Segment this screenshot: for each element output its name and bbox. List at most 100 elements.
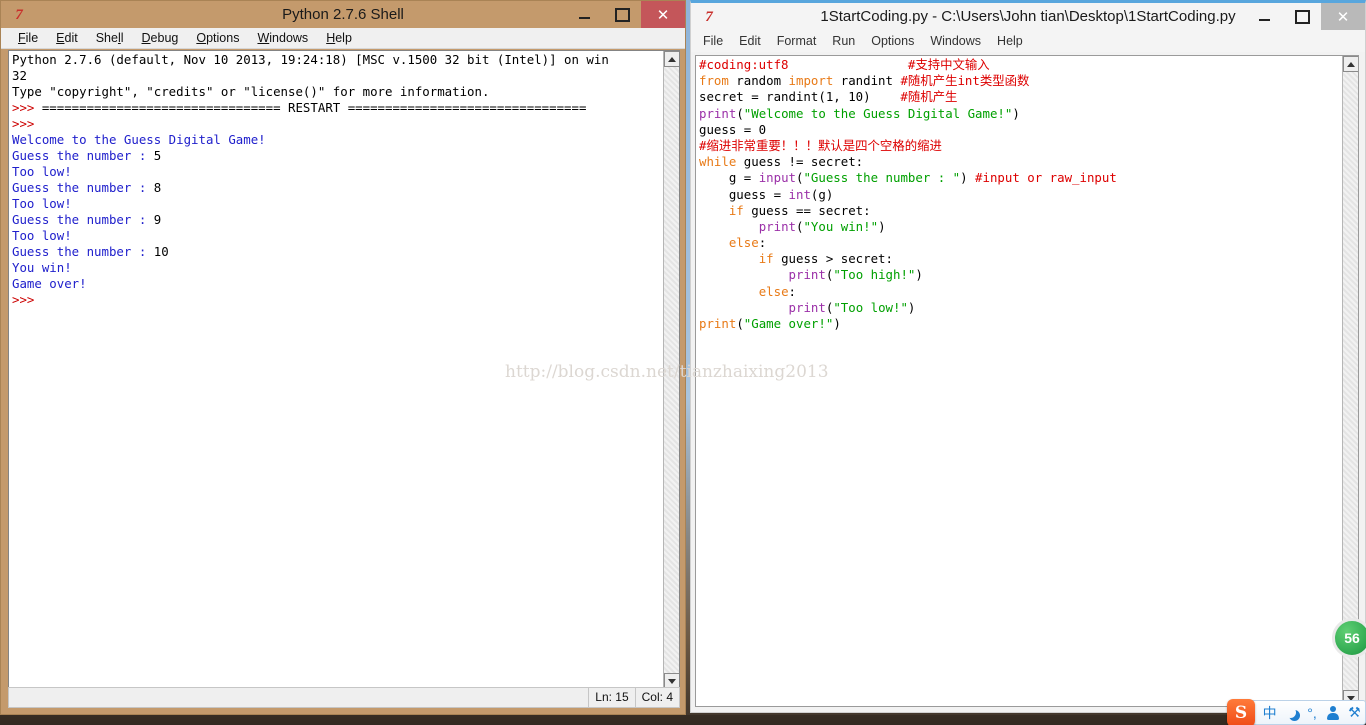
editor-code-token: print bbox=[699, 316, 736, 331]
python-editor-window[interactable]: 7᝽ 1StartCoding.py - C:\Users\John tian\… bbox=[690, 0, 1366, 713]
editor-code-token: guess = 0 bbox=[699, 122, 766, 137]
shell-menu-edit[interactable]: Edit bbox=[47, 28, 87, 49]
ime-user-icon[interactable] bbox=[1323, 702, 1344, 724]
editor-code-token: guess == secret: bbox=[744, 203, 871, 218]
editor-code-line: if guess == secret: bbox=[699, 203, 1329, 219]
editor-menu-file[interactable]: File bbox=[695, 31, 731, 52]
python-shell-window[interactable]: 7᝽ Python 2.7.6 Shell ✕ File Edit Shell … bbox=[0, 0, 686, 715]
editor-code-line: print("Welcome to the Guess Digital Game… bbox=[699, 106, 1329, 122]
editor-menu-help[interactable]: Help bbox=[989, 31, 1031, 52]
editor-code-token: print bbox=[789, 267, 826, 282]
editor-code-token: "Welcome to the Guess Digital Game!" bbox=[744, 106, 1013, 121]
shell-output-line: Type "copyright", "credits" or "license(… bbox=[12, 84, 652, 100]
sogou-ime-toolbar[interactable]: S 中 °, ⚒ bbox=[1240, 700, 1366, 725]
shell-menu-windows[interactable]: Windows bbox=[248, 28, 317, 49]
editor-code-token: (g) bbox=[811, 187, 833, 202]
editor-code-line: if guess > secret: bbox=[699, 251, 1329, 267]
ime-mode-chinese-button[interactable]: 中 bbox=[1259, 702, 1280, 724]
editor-code-line: guess = 0 bbox=[699, 122, 1329, 138]
shell-menubar[interactable]: File Edit Shell Debug Options Windows He… bbox=[1, 28, 685, 49]
editor-code-token bbox=[699, 251, 759, 266]
shell-output-line: Python 2.7.6 (default, Nov 10 2013, 19:2… bbox=[12, 52, 652, 68]
shell-minimize-button[interactable] bbox=[565, 1, 603, 28]
editor-titlebar[interactable]: 7᝽ 1StartCoding.py - C:\Users\John tian\… bbox=[691, 3, 1365, 30]
editor-code-line: else: bbox=[699, 235, 1329, 251]
editor-code-token: ) bbox=[915, 267, 922, 282]
shell-output-segment: Python 2.7.6 (default, Nov 10 2013, 19:2… bbox=[12, 52, 609, 67]
editor-code-token bbox=[699, 300, 789, 315]
editor-code-token: ) bbox=[960, 170, 975, 185]
shell-menu-help[interactable]: Help bbox=[317, 28, 361, 49]
editor-menu-run[interactable]: Run bbox=[824, 31, 863, 52]
shell-output-line: Guess the number : 10 bbox=[12, 244, 652, 260]
sogou-logo-icon[interactable]: S bbox=[1227, 699, 1255, 725]
editor-code-token: #随机产生 bbox=[900, 89, 957, 104]
ime-moon-icon[interactable] bbox=[1280, 702, 1301, 724]
editor-code-token: import bbox=[789, 73, 834, 88]
editor-menu-format[interactable]: Format bbox=[769, 31, 825, 52]
editor-code-token: secret = randint(1, 10) bbox=[699, 89, 900, 104]
shell-output-line: Too low! bbox=[12, 196, 652, 212]
shell-titlebar[interactable]: 7᝽ Python 2.7.6 Shell ✕ bbox=[1, 1, 685, 28]
ime-settings-wrench-icon[interactable]: ⚒ bbox=[1344, 702, 1365, 724]
editor-menubar[interactable]: File Edit Format Run Options Windows Hel… bbox=[691, 30, 1365, 52]
editor-code-token: else bbox=[759, 284, 789, 299]
editor-code-token bbox=[699, 235, 729, 250]
editor-code-token: print bbox=[699, 106, 736, 121]
editor-code-token: ) bbox=[908, 300, 915, 315]
editor-scroll-up-button[interactable] bbox=[1343, 56, 1359, 72]
editor-maximize-button[interactable] bbox=[1283, 3, 1321, 30]
shell-output-line: Guess the number : 9 bbox=[12, 212, 652, 228]
shell-menu-file[interactable]: File bbox=[9, 28, 47, 49]
editor-code-token: : bbox=[789, 284, 796, 299]
shell-output-segment: Guess the number : bbox=[12, 180, 154, 195]
editor-code-token: "Guess the number : " bbox=[803, 170, 960, 185]
shell-close-button[interactable]: ✕ bbox=[641, 1, 685, 28]
editor-code-token: #随机产生int类型函数 bbox=[900, 73, 1029, 88]
editor-menu-windows[interactable]: Windows bbox=[922, 31, 989, 52]
editor-minimize-button[interactable] bbox=[1245, 3, 1283, 30]
editor-code-token: "You win!" bbox=[803, 219, 878, 234]
shell-output-segment: 9 bbox=[154, 212, 161, 227]
editor-vertical-scrollbar[interactable] bbox=[1342, 56, 1358, 706]
shell-output-segment: Guess the number : bbox=[12, 148, 154, 163]
shell-menu-options[interactable]: Options bbox=[187, 28, 248, 49]
shell-output-line: Guess the number : 8 bbox=[12, 180, 652, 196]
shell-output-segment: ================================ RESTART… bbox=[42, 100, 587, 115]
editor-menu-options[interactable]: Options bbox=[863, 31, 922, 52]
editor-code-line: guess = int(g) bbox=[699, 187, 1329, 203]
editor-code-token: guess = bbox=[699, 187, 789, 202]
shell-menu-shell[interactable]: Shell bbox=[87, 28, 133, 49]
shell-output-segment: Too low! bbox=[12, 196, 72, 211]
shell-output-segment: 8 bbox=[154, 180, 161, 195]
shell-statusbar: Ln: 15 Col: 4 bbox=[8, 687, 680, 708]
shell-maximize-button[interactable] bbox=[603, 1, 641, 28]
shell-output-segment: Guess the number : bbox=[12, 212, 154, 227]
shell-col-indicator: Col: 4 bbox=[635, 688, 679, 707]
shell-output-area[interactable]: Python 2.7.6 (default, Nov 10 2013, 19:2… bbox=[8, 50, 680, 690]
notification-badge[interactable]: 56 bbox=[1332, 618, 1366, 658]
shell-output-line: >>> bbox=[12, 116, 652, 132]
shell-output-line: Too low! bbox=[12, 164, 652, 180]
editor-close-button[interactable]: ✕ bbox=[1321, 3, 1365, 30]
shell-window-controls: ✕ bbox=[565, 1, 685, 28]
python-logo-icon: 7᝽ bbox=[699, 8, 719, 26]
editor-code-token: input bbox=[759, 170, 796, 185]
editor-code-token: ) bbox=[878, 219, 885, 234]
shell-output-line: You win! bbox=[12, 260, 652, 276]
shell-vertical-scrollbar[interactable] bbox=[663, 51, 679, 689]
editor-code-line: print("Game over!") bbox=[699, 316, 1329, 332]
editor-code-area[interactable]: #coding:utf8 #支持中文输入from random import r… bbox=[695, 55, 1359, 707]
editor-code-line: print("Too low!") bbox=[699, 300, 1329, 316]
shell-output-segment: 5 bbox=[154, 148, 161, 163]
editor-code-token: #缩进非常重要！！！默认是四个空格的缩进 bbox=[699, 138, 942, 153]
editor-menu-edit[interactable]: Edit bbox=[731, 31, 769, 52]
shell-output-line: Guess the number : 5 bbox=[12, 148, 652, 164]
shell-output-line: >>> ================================ RES… bbox=[12, 100, 652, 116]
shell-output-segment: >>> bbox=[12, 292, 42, 307]
ime-punctuation-icon[interactable]: °, bbox=[1301, 702, 1322, 724]
shell-output-segment: Welcome to the Guess Digital Game! bbox=[12, 132, 266, 147]
shell-scroll-up-button[interactable] bbox=[664, 51, 680, 67]
editor-code-token bbox=[699, 203, 729, 218]
shell-menu-debug[interactable]: Debug bbox=[133, 28, 188, 49]
